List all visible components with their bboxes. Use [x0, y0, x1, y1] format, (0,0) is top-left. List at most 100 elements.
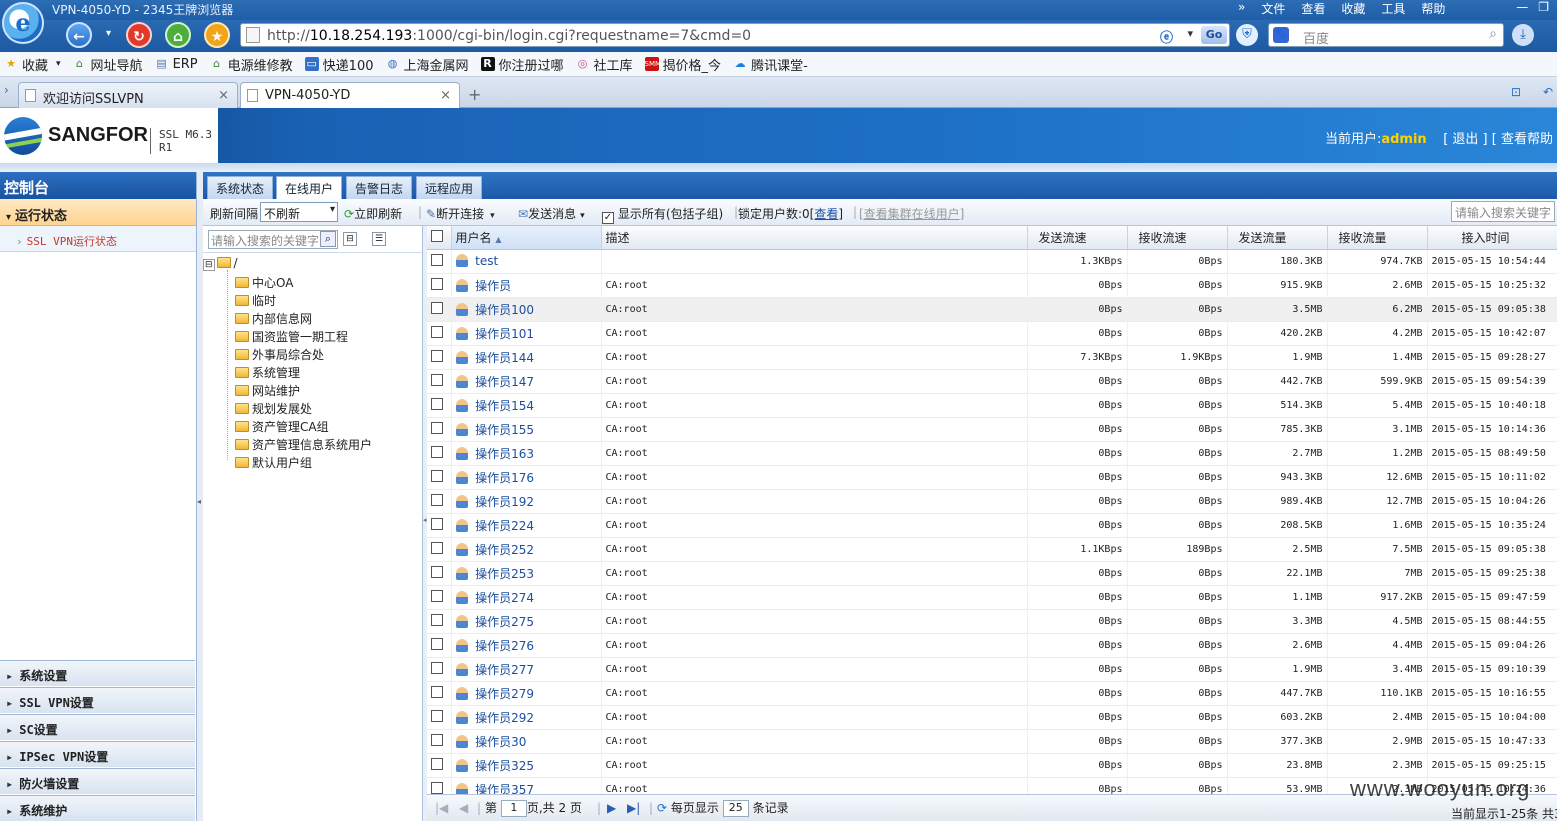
- username-cell[interactable]: 操作员279: [451, 681, 602, 706]
- col-recv-bytes[interactable]: 接收流量: [1327, 226, 1428, 250]
- table-row[interactable]: 操作员274 CA:root 0Bps 0Bps 1.1MB 917.2KB 2015-05…: [427, 585, 1557, 610]
- tree-node[interactable]: 国资监管一期工程: [235, 328, 348, 345]
- tab-system-status[interactable]: 系统状态: [207, 176, 274, 199]
- username-cell[interactable]: 操作员30: [451, 729, 602, 754]
- table-row[interactable]: 操作员275 CA:root 0Bps 0Bps 3.3MB 4.5MB 2015-05-1…: [427, 609, 1557, 634]
- browser-tab[interactable]: 欢迎访问SSLVPN ×: [18, 82, 238, 108]
- col-send-bytes[interactable]: 发送流量: [1227, 226, 1328, 250]
- table-row[interactable]: 操作员100 CA:root 0Bps 0Bps 3.5MB 6.2MB 2015-05-1…: [427, 297, 1557, 322]
- address-dropdown-icon[interactable]: ▾: [1187, 27, 1193, 40]
- fav-item[interactable]: ▤ ERP: [155, 57, 197, 72]
- username-cell[interactable]: 操作员275: [451, 609, 602, 634]
- row-checkbox[interactable]: [427, 489, 452, 514]
- minimize-icon[interactable]: —: [1516, 0, 1528, 14]
- username-cell[interactable]: 操作员176: [451, 465, 602, 490]
- address-bar[interactable]: http://10.18.254.193:1000/cgi-bin/login.…: [240, 23, 1230, 47]
- fav-item[interactable]: ⌂ 电源维修教: [210, 55, 293, 74]
- fav-item[interactable]: SMM 揭价格_今: [644, 55, 721, 74]
- row-checkbox[interactable]: [427, 537, 452, 562]
- col-recv-rate[interactable]: 接收流速: [1127, 226, 1228, 250]
- tree-node[interactable]: 系统管理: [235, 364, 300, 381]
- tree-search-input[interactable]: 请输入搜索的关键字: [208, 230, 338, 249]
- refresh-now-button[interactable]: ⟳立即刷新: [344, 205, 402, 222]
- row-checkbox[interactable]: [427, 753, 452, 778]
- username-cell[interactable]: 操作员147: [451, 369, 602, 394]
- tree-node[interactable]: 网站维护: [235, 382, 300, 399]
- table-row[interactable]: 操作员155 CA:root 0Bps 0Bps 785.3KB 3.1MB 2015-05…: [427, 417, 1557, 442]
- tree-node[interactable]: 外事局综合处: [235, 346, 324, 363]
- username-cell[interactable]: 操作员192: [451, 489, 602, 514]
- username-cell[interactable]: 操作员292: [451, 705, 602, 730]
- locked-users-link[interactable]: 查看: [814, 207, 838, 221]
- username-cell[interactable]: 操作员274: [451, 585, 602, 610]
- table-row[interactable]: 操作员163 CA:root 0Bps 0Bps 2.7MB 1.2MB 2015-05-1…: [427, 441, 1557, 466]
- menu-help[interactable]: 帮助: [1421, 0, 1445, 17]
- sidebar-menu-ipsec[interactable]: IPSec VPN设置: [0, 741, 195, 767]
- row-checkbox[interactable]: [427, 633, 452, 658]
- table-row[interactable]: 操作员325 CA:root 0Bps 0Bps 23.8MB 2.3MB 2015-05-…: [427, 753, 1557, 778]
- tree-root[interactable]: ⊟ /: [203, 256, 238, 271]
- tree-node[interactable]: 规划发展处: [235, 400, 312, 417]
- shield-icon[interactable]: ⛨: [1236, 24, 1258, 46]
- tree-node[interactable]: 默认用户组: [235, 454, 312, 471]
- table-row[interactable]: 操作员192 CA:root 0Bps 0Bps 989.4KB 12.7MB 2015-0…: [427, 489, 1557, 514]
- close-tab-icon[interactable]: ×: [440, 88, 451, 103]
- row-checkbox[interactable]: [427, 561, 452, 586]
- tab-remote-apps[interactable]: 远程应用: [416, 176, 483, 199]
- back-icon[interactable]: ←: [66, 22, 92, 48]
- grid-search-input[interactable]: 请输入搜索关键字: [1451, 201, 1555, 222]
- select-all-checkbox[interactable]: [427, 226, 452, 250]
- row-checkbox[interactable]: [427, 585, 452, 610]
- username-cell[interactable]: 操作员325: [451, 753, 602, 778]
- go-button[interactable]: Go: [1201, 26, 1227, 44]
- table-row[interactable]: 操作员147 CA:root 0Bps 0Bps 442.7KB 599.9KB 2015-…: [427, 369, 1557, 394]
- row-checkbox[interactable]: [427, 657, 452, 682]
- row-checkbox[interactable]: [427, 249, 452, 274]
- history-dropdown-icon[interactable]: ▾: [106, 28, 111, 39]
- refresh-interval-select[interactable]: 不刷新 ▾: [260, 202, 338, 222]
- address-url[interactable]: http://10.18.254.193:1000/cgi-bin/login.…: [267, 28, 751, 44]
- username-cell[interactable]: test: [451, 249, 602, 274]
- browser-tab-active[interactable]: VPN-4050-YD ×: [240, 82, 460, 108]
- browser-logo-icon[interactable]: e: [2, 2, 44, 44]
- fav-item[interactable]: R 你注册过哪: [480, 55, 564, 74]
- logout-link[interactable]: [ 退出 ]: [1443, 132, 1487, 147]
- row-checkbox[interactable]: [427, 609, 452, 634]
- close-tab-icon[interactable]: ×: [218, 88, 229, 103]
- cluster-online-users-link[interactable]: [查看集群在线用户]: [859, 205, 964, 222]
- tree-node[interactable]: 内部信息网: [235, 310, 312, 327]
- tab-alarm-log[interactable]: 告警日志: [346, 176, 413, 199]
- download-icon[interactable]: ⤓: [1512, 24, 1534, 46]
- fav-item[interactable]: ◎ 社工库: [576, 55, 633, 74]
- username-cell[interactable]: 操作员154: [451, 393, 602, 418]
- tree-node[interactable]: 资产管理信息系统用户: [235, 436, 372, 453]
- username-cell[interactable]: 操作员144: [451, 345, 602, 370]
- table-row[interactable]: 操作员154 CA:root 0Bps 0Bps 514.3KB 5.4MB 2015-05…: [427, 393, 1557, 418]
- row-checkbox[interactable]: [427, 777, 452, 794]
- table-row[interactable]: 操作员101 CA:root 0Bps 0Bps 420.2KB 4.2MB 2015-05…: [427, 321, 1557, 346]
- table-row[interactable]: 操作员253 CA:root 0Bps 0Bps 22.1MB 7MB 2015-05-15…: [427, 561, 1557, 586]
- collapse-icon[interactable]: ⊟: [343, 232, 357, 246]
- last-page-icon[interactable]: ▶|: [627, 801, 640, 815]
- tree-node[interactable]: 中心OA: [235, 274, 293, 291]
- username-cell[interactable]: 操作员276: [451, 633, 602, 658]
- table-row[interactable]: 操作员279 CA:root 0Bps 0Bps 447.7KB 110.1KB 2015-…: [427, 681, 1557, 706]
- col-login-time[interactable]: 接入时间: [1427, 226, 1557, 250]
- table-row[interactable]: 操作员252 CA:root 1.1KBps 189Bps 2.5MB 7.5MB 2015…: [427, 537, 1557, 562]
- next-page-icon[interactable]: ▶: [607, 801, 616, 815]
- row-checkbox[interactable]: [427, 513, 452, 538]
- col-description[interactable]: 描述: [601, 226, 1028, 250]
- username-cell[interactable]: 操作员163: [451, 441, 602, 466]
- search-box[interactable]: 🐾 百度 ⌕: [1268, 23, 1504, 47]
- row-checkbox[interactable]: [427, 441, 452, 466]
- username-cell[interactable]: 操作员253: [451, 561, 602, 586]
- table-row[interactable]: 操作员277 CA:root 0Bps 0Bps 1.9MB 3.4MB 2015-05-1…: [427, 657, 1557, 682]
- undo-close-icon[interactable]: ↶: [1543, 85, 1553, 99]
- search-icon[interactable]: ⌕: [320, 231, 336, 247]
- disconnect-button[interactable]: ✎断开连接 ▾: [426, 205, 495, 222]
- row-checkbox[interactable]: [427, 273, 452, 298]
- fav-item[interactable]: ◍ 上海金属网: [386, 55, 469, 74]
- table-row[interactable]: 操作员30 CA:root 0Bps 0Bps 377.3KB 2.9MB 2015-05-…: [427, 729, 1557, 754]
- table-row[interactable]: 操作员 CA:root 0Bps 0Bps 915.9KB 2.6MB 2015-05-15…: [427, 273, 1557, 298]
- tree-node[interactable]: 资产管理CA组: [235, 418, 329, 435]
